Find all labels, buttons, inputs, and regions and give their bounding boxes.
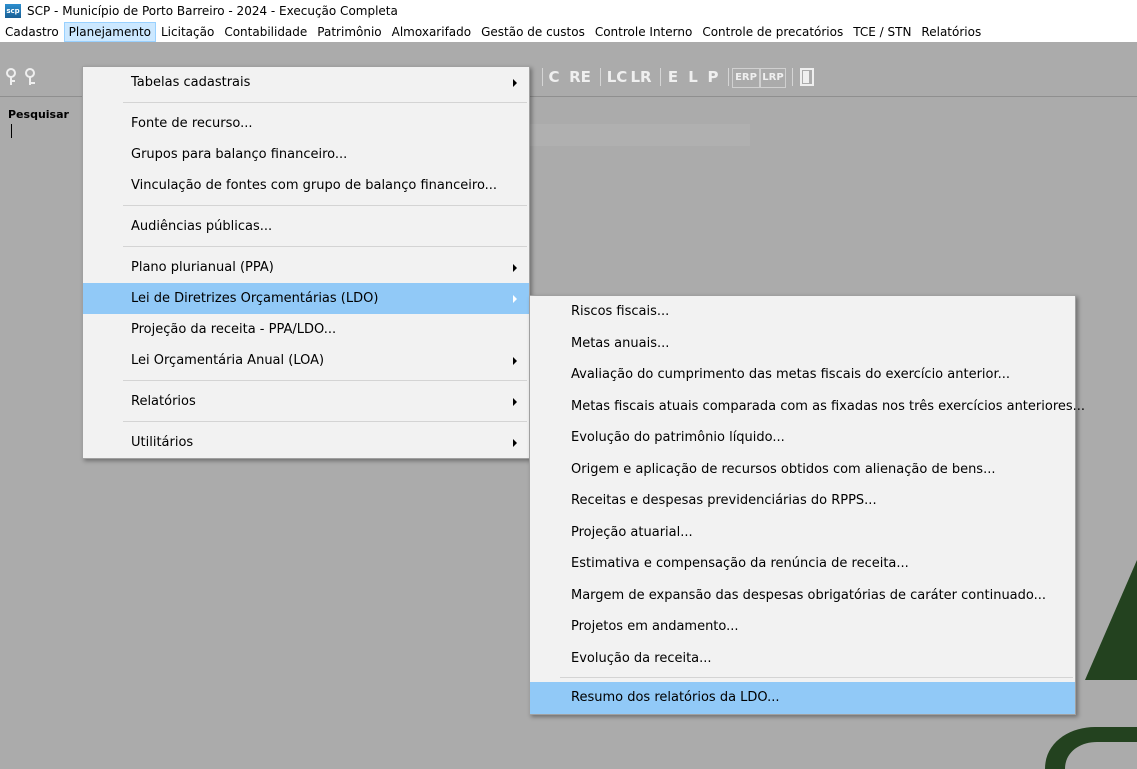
menu-controle-precatorios[interactable]: Controle de precatórios [697,22,848,42]
toolbar-button-c[interactable]: C [547,66,561,88]
app-icon: scp [5,4,21,18]
submenu-item-resumo-ldo[interactable]: Resumo dos relatórios da LDO... [530,682,1075,714]
menu-separator [123,246,527,247]
menu-item-grupos-balanco[interactable]: Grupos para balanço financeiro... [83,139,529,170]
ldo-submenu: Riscos fiscais... Metas anuais... Avalia… [529,295,1085,715]
menu-item-tabelas-cadastrais[interactable]: Tabelas cadastrais [83,67,529,98]
submenu-item-evolucao-receita[interactable]: Evolução da receita... [530,643,1075,675]
menu-tce-stn[interactable]: TCE / STN [848,22,916,42]
toolbar-button-e[interactable]: E [666,66,680,88]
menu-separator [123,380,527,381]
title-bar: scp SCP - Município de Porto Barreiro - … [0,0,1137,22]
menu-separator [123,102,527,103]
submenu-arrow-icon [513,357,517,365]
menu-relatorios[interactable]: Relatórios [916,22,986,42]
menu-item-relatorios[interactable]: Relatórios [83,386,529,417]
logo-graphic-bottom [1045,727,1137,769]
submenu-arrow-icon [513,439,517,447]
toolbar-button-lc[interactable]: LC [606,66,628,88]
submenu-item-receitas-rpps[interactable]: Receitas e despesas previdenciárias do R… [530,485,1075,517]
planejamento-dropdown: Tabelas cadastrais Fonte de recurso... G… [82,66,530,459]
exit-door-icon[interactable] [800,68,814,86]
menu-item-audiencias[interactable]: Audiências públicas... [83,211,529,242]
submenu-arrow-icon [513,264,517,272]
menu-gestao-custos[interactable]: Gestão de custos [476,22,590,42]
menu-licitacao[interactable]: Licitação [156,22,219,42]
submenu-item-avaliacao-metas[interactable]: Avaliação do cumprimento das metas fisca… [530,359,1075,391]
toolbar-button-re[interactable]: RE [566,66,594,88]
toolbar-button-l[interactable]: L [686,66,700,88]
menu-separator [123,205,527,206]
submenu-item-metas-fiscais-atuais[interactable]: Metas fiscais atuais comparada com as fi… [530,391,1085,423]
menu-contabilidade[interactable]: Contabilidade [219,22,312,42]
key-alt-icon[interactable] [23,68,37,86]
menu-item-ldo[interactable]: Lei de Diretrizes Orçamentárias (LDO) [83,283,529,314]
search-input-caret[interactable] [11,124,12,138]
menu-controle-interno[interactable]: Controle Interno [590,22,697,42]
submenu-arrow-icon [513,398,517,406]
background-field [530,124,750,146]
toolbar-button-p[interactable]: P [706,66,720,88]
submenu-item-evolucao-patrimonio[interactable]: Evolução do patrimônio líquido... [530,422,1075,454]
submenu-item-metas-anuais[interactable]: Metas anuais... [530,328,1075,360]
submenu-item-renuncia-receita[interactable]: Estimativa e compensação da renúncia de … [530,548,1075,580]
submenu-item-riscos-fiscais[interactable]: Riscos fiscais... [530,296,1075,328]
menu-item-vinculacao-fontes[interactable]: Vinculação de fontes com grupo de balanç… [83,170,529,201]
menu-separator [560,677,1073,678]
submenu-arrow-icon [513,79,517,87]
toolbar-button-lr[interactable]: LR [630,66,652,88]
submenu-item-projecao-atuarial[interactable]: Projeção atuarial... [530,517,1075,549]
menu-bar: Cadastro Planejamento Licitação Contabil… [0,22,1137,42]
search-label: Pesquisar [8,108,69,121]
menu-cadastro[interactable]: Cadastro [0,22,64,42]
logo-graphic [1085,560,1137,680]
menu-item-utilitarios[interactable]: Utilitários [83,427,529,458]
menu-planejamento[interactable]: Planejamento [63,22,156,42]
window-title: SCP - Município de Porto Barreiro - 2024… [27,4,398,18]
menu-item-projecao-receita[interactable]: Projeção da receita - PPA/LDO... [83,314,529,345]
menu-item-fonte-recurso[interactable]: Fonte de recurso... [83,108,529,139]
menu-almoxarifado[interactable]: Almoxarifado [387,22,476,42]
menu-item-loa[interactable]: Lei Orçamentária Anual (LOA) [83,345,529,376]
key-icon[interactable] [4,68,18,86]
submenu-item-origem-aplicacao[interactable]: Origem e aplicação de recursos obtidos c… [530,454,1075,486]
toolbar-button-erp[interactable]: ERP [732,68,760,88]
submenu-item-margem-expansao[interactable]: Margem de expansão das despesas obrigató… [530,580,1075,612]
submenu-arrow-icon [513,295,517,303]
toolbar-button-lrp[interactable]: LRP [760,68,786,88]
menu-item-ppa[interactable]: Plano plurianual (PPA) [83,252,529,283]
submenu-item-projetos-andamento[interactable]: Projetos em andamento... [530,611,1075,643]
menu-separator [123,421,527,422]
menu-patrimonio[interactable]: Patrimônio [312,22,386,42]
